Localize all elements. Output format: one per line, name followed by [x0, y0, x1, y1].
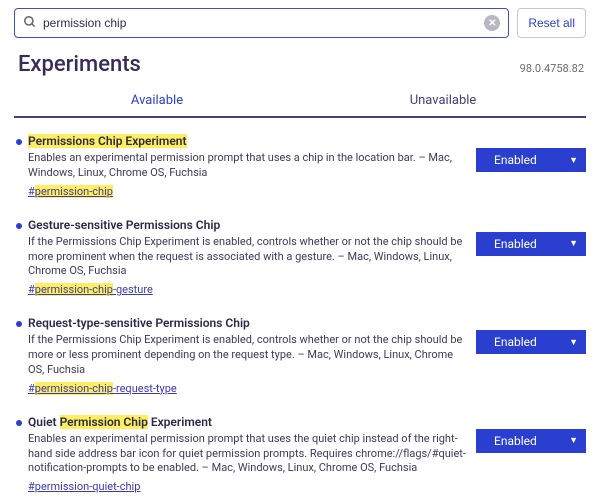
- chevron-down-icon: ▼: [569, 337, 578, 348]
- experiment-item: Request-type-sensitive Permissions Chip …: [14, 316, 586, 395]
- page-title: Experiments: [18, 52, 586, 77]
- experiment-title: Gesture-sensitive Permissions Chip: [28, 218, 466, 232]
- experiment-state-select[interactable]: Enabled▼: [476, 232, 586, 256]
- experiment-title: Permissions Chip Experiment: [28, 134, 466, 148]
- experiment-state-select[interactable]: Enabled▼: [476, 148, 586, 172]
- search-input[interactable]: [43, 16, 484, 30]
- experiment-title: Request-type-sensitive Permissions Chip: [28, 316, 466, 330]
- experiment-hash-link[interactable]: #permission-chip-gesture: [28, 283, 153, 296]
- experiments-list: Permissions Chip Experiment Enables an e…: [14, 134, 586, 493]
- tab-unavailable[interactable]: Unavailable: [300, 85, 586, 116]
- experiment-state-select[interactable]: Enabled▼: [476, 330, 586, 354]
- experiment-hash-link[interactable]: #permission-quiet-chip: [28, 480, 140, 493]
- tab-available[interactable]: Available: [14, 85, 300, 116]
- chevron-down-icon: ▼: [569, 155, 578, 166]
- chevron-down-icon: ▼: [569, 435, 578, 446]
- version-label: 98.0.4758.82: [520, 62, 584, 75]
- bullet-icon: [16, 223, 22, 229]
- experiment-desc: If the Permissions Chip Experiment is en…: [28, 235, 466, 280]
- experiment-desc: Enables an experimental permission promp…: [28, 432, 466, 477]
- bullet-icon: [16, 139, 22, 145]
- search-icon: [23, 15, 37, 32]
- experiment-item: Quiet Permission Chip Experiment Enables…: [14, 415, 586, 494]
- chevron-down-icon: ▼: [569, 238, 578, 249]
- experiment-title: Quiet Permission Chip Experiment: [28, 415, 466, 429]
- experiment-hash-link[interactable]: #permission-chip: [28, 185, 113, 198]
- experiment-desc: If the Permissions Chip Experiment is en…: [28, 333, 466, 378]
- tabs: Available Unavailable: [14, 85, 586, 118]
- experiment-state-select[interactable]: Enabled▼: [476, 429, 586, 453]
- experiment-item: Gesture-sensitive Permissions Chip If th…: [14, 218, 586, 297]
- reset-all-button[interactable]: Reset all: [517, 8, 586, 38]
- clear-search-icon[interactable]: ✕: [484, 15, 500, 31]
- bullet-icon: [16, 321, 22, 327]
- bullet-icon: [16, 420, 22, 426]
- experiment-item: Permissions Chip Experiment Enables an e…: [14, 134, 586, 198]
- search-field-wrap[interactable]: ✕: [14, 8, 509, 38]
- experiment-hash-link[interactable]: #permission-chip-request-type: [28, 382, 177, 395]
- experiment-desc: Enables an experimental permission promp…: [28, 151, 466, 181]
